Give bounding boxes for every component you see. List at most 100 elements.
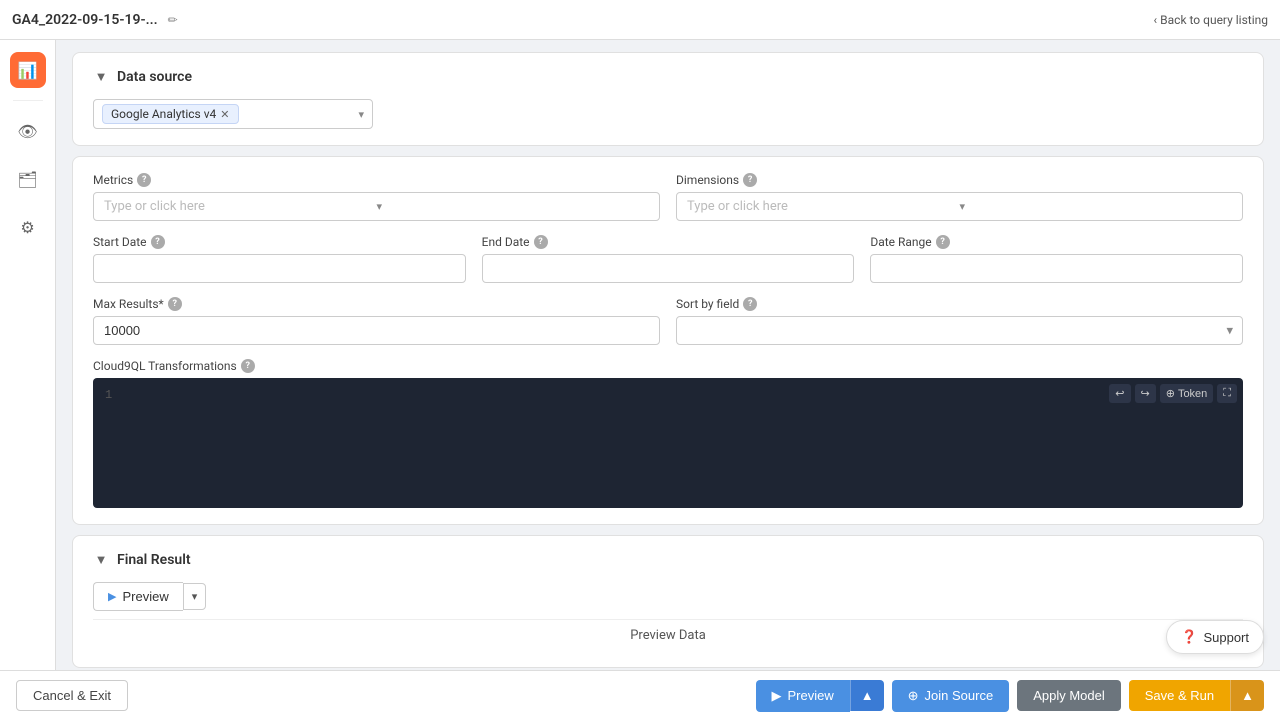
support-button[interactable]: ❓ Support <box>1166 620 1264 654</box>
start-date-input[interactable] <box>93 254 466 283</box>
dimensions-chevron-icon: ▾ <box>960 200 1233 213</box>
preview-section: ▶ Preview ▾ Preview Data <box>93 582 1243 651</box>
date-fields-row: Start Date ? End Date ? Date Range ? <box>93 235 1243 283</box>
preview-bottom-chevron[interactable]: ▲ <box>850 680 884 711</box>
final-result-header: ▼ Final Result <box>93 552 1243 568</box>
preview-chevron-icon: ▾ <box>192 591 198 603</box>
content-area: ▼ Data source Google Analytics v4 ✕ ▾ Me… <box>56 40 1280 720</box>
sidebar-divider-1 <box>13 100 43 101</box>
tag-remove-icon[interactable]: ✕ <box>220 108 229 121</box>
save-run-button[interactable]: Save & Run <box>1129 680 1230 711</box>
main-layout: 📊 👁 🗂 ⚙ ▼ Data source Google Analytics v… <box>0 40 1280 720</box>
start-date-field: Start Date ? <box>93 235 466 283</box>
data-source-header: ▼ Data source <box>93 69 1243 85</box>
sidebar: 📊 👁 🗂 ⚙ <box>0 40 56 720</box>
date-range-input[interactable] <box>870 254 1243 283</box>
end-date-input[interactable] <box>482 254 855 283</box>
sidebar-item-chart[interactable]: 📊 <box>10 52 46 88</box>
top-bar: GA4_2022-09-15-19-... ✏ ‹ Back to query … <box>0 0 1280 40</box>
preview-play-icon: ▶ <box>772 688 782 704</box>
bottom-right-buttons: ▶ Preview ▲ ⊕ Join Source Apply Model Sa… <box>756 680 1264 712</box>
date-range-help-icon[interactable]: ? <box>936 235 950 249</box>
end-date-field: End Date ? <box>482 235 855 283</box>
max-results-sort-row: Max Results* ? Sort by field ? <box>93 297 1243 345</box>
cloudsql-help-icon[interactable]: ? <box>241 359 255 373</box>
redo-button[interactable]: ↪ <box>1135 384 1156 403</box>
data-source-tag: Google Analytics v4 ✕ <box>102 104 239 124</box>
dimensions-dropdown[interactable]: Type or click here ▾ <box>676 192 1243 221</box>
preview-main-button[interactable]: ▶ Preview <box>93 582 183 611</box>
sidebar-item-settings[interactable]: ⚙ <box>10 209 46 245</box>
final-result-toggle[interactable]: ▼ <box>93 552 109 568</box>
final-result-card: ▼ Final Result ▶ Preview ▾ Preview Data <box>72 535 1264 668</box>
sort-by-wrapper <box>676 316 1243 345</box>
metrics-dimensions-row: Metrics ? Type or click here ▾ Dimension… <box>93 173 1243 221</box>
sort-by-label: Sort by field ? <box>676 297 1243 311</box>
dimensions-help-icon[interactable]: ? <box>743 173 757 187</box>
preview-bottom-button[interactable]: ▶ Preview <box>756 680 850 712</box>
line-number: 1 <box>105 388 112 402</box>
eye-icon: 👁 <box>17 122 37 141</box>
data-icon: 🗂 <box>17 170 37 189</box>
select-arrow-icon: ▾ <box>358 108 364 121</box>
metrics-field: Metrics ? Type or click here ▾ <box>93 173 660 221</box>
save-run-chevron[interactable]: ▲ <box>1230 680 1264 711</box>
support-icon: ❓ <box>1181 629 1197 645</box>
preview-btn-group: ▶ Preview ▾ <box>93 582 1243 611</box>
start-date-help-icon[interactable]: ? <box>151 235 165 249</box>
date-range-field: Date Range ? <box>870 235 1243 283</box>
data-source-row: Google Analytics v4 ✕ ▾ <box>93 99 1243 129</box>
final-result-title: Final Result <box>117 552 191 568</box>
data-source-toggle[interactable]: ▼ <box>93 69 109 85</box>
metrics-label: Metrics ? <box>93 173 660 187</box>
token-icon: ⊕ <box>1166 387 1175 400</box>
preview-data-bar: Preview Data <box>93 619 1243 651</box>
editor-content[interactable]: 1 <box>101 386 1235 486</box>
start-date-label: Start Date ? <box>93 235 466 249</box>
max-results-label: Max Results* ? <box>93 297 660 311</box>
play-icon: ▶ <box>108 590 116 603</box>
data-source-card: ▼ Data source Google Analytics v4 ✕ ▾ <box>72 52 1264 146</box>
end-date-help-icon[interactable]: ? <box>534 235 548 249</box>
end-date-label: End Date ? <box>482 235 855 249</box>
max-results-input[interactable] <box>93 316 660 345</box>
cloudsql-label: Cloud9QL Transformations ? <box>93 359 1243 373</box>
save-run-chevron-icon: ▲ <box>1241 688 1254 703</box>
metrics-dropdown[interactable]: Type or click here ▾ <box>93 192 660 221</box>
bottom-bar: Cancel & Exit ▶ Preview ▲ ⊕ Join Source … <box>0 670 1280 720</box>
sort-by-help-icon[interactable]: ? <box>743 297 757 311</box>
redo-icon: ↪ <box>1141 387 1150 400</box>
edit-icon[interactable]: ✏ <box>168 13 178 27</box>
page-title: GA4_2022-09-15-19-... <box>12 12 158 28</box>
settings-icon: ⚙ <box>20 218 34 237</box>
max-results-help-icon[interactable]: ? <box>168 297 182 311</box>
metrics-help-icon[interactable]: ? <box>137 173 151 187</box>
apply-model-button[interactable]: Apply Model <box>1017 680 1121 711</box>
sidebar-item-eye[interactable]: 👁 <box>10 113 46 149</box>
join-source-button[interactable]: ⊕ Join Source <box>892 680 1010 712</box>
expand-icon: ⛶ <box>1223 387 1231 400</box>
cancel-exit-button[interactable]: Cancel & Exit <box>16 680 128 711</box>
undo-icon: ↩ <box>1115 387 1124 400</box>
data-source-select[interactable]: Google Analytics v4 ✕ ▾ <box>93 99 373 129</box>
date-range-label: Date Range ? <box>870 235 1243 249</box>
metrics-dimensions-card: Metrics ? Type or click here ▾ Dimension… <box>72 156 1264 525</box>
editor-container: ↩ ↪ ⊕ Token ⛶ 1 <box>93 378 1243 508</box>
max-results-field: Max Results* ? <box>93 297 660 345</box>
undo-button[interactable]: ↩ <box>1109 384 1130 403</box>
token-button[interactable]: ⊕ Token <box>1160 384 1214 403</box>
data-source-title: Data source <box>117 69 192 85</box>
back-arrow-icon: ‹ <box>1154 13 1158 27</box>
join-source-plus-icon: ⊕ <box>908 688 919 704</box>
metrics-chevron-icon: ▾ <box>377 200 650 213</box>
preview-chevron-button[interactable]: ▾ <box>183 583 207 610</box>
cloudsql-field: Cloud9QL Transformations ? ↩ ↪ ⊕ Token <box>93 359 1243 508</box>
preview-bottom-chevron-icon: ▲ <box>861 688 874 703</box>
sort-by-select[interactable] <box>676 316 1243 345</box>
dimensions-label: Dimensions ? <box>676 173 1243 187</box>
back-link[interactable]: ‹ Back to query listing <box>1154 13 1268 27</box>
chart-icon: 📊 <box>18 61 38 80</box>
editor-toolbar: ↩ ↪ ⊕ Token ⛶ <box>1109 384 1237 403</box>
expand-button[interactable]: ⛶ <box>1217 384 1237 403</box>
sidebar-item-data[interactable]: 🗂 <box>10 161 46 197</box>
